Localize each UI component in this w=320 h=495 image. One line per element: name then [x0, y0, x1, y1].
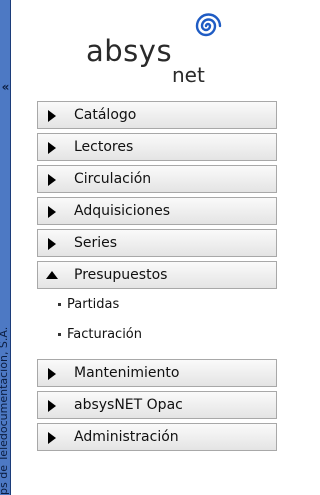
triangle-right-icon — [48, 432, 56, 444]
side-strip: « ps de Teledocumentación, S.A. — [0, 0, 11, 495]
submenu-item-label: Partidas — [67, 297, 120, 312]
triangle-right-icon — [48, 206, 56, 218]
bullet-icon — [58, 303, 61, 306]
collapse-sidebar-icon[interactable]: « — [1, 80, 10, 94]
menu-item-series[interactable]: Series — [37, 229, 277, 257]
menu-item-label: Adquisiciones — [74, 203, 170, 219]
logo-sub-text: net — [172, 63, 205, 87]
menu-item-mantenimiento[interactable]: Mantenimiento — [37, 359, 277, 387]
menu-item-circulacion[interactable]: Circulación — [37, 165, 277, 193]
menu-item-label: Administración — [74, 429, 179, 445]
logo-main-text: absys — [86, 34, 173, 68]
menu-item-lectores[interactable]: Lectores — [37, 133, 277, 161]
main-menu: Catálogo Lectores Circulación Adquisicio… — [37, 101, 277, 455]
triangle-right-icon — [48, 238, 56, 250]
menu-item-label: Catálogo — [74, 107, 137, 123]
menu-item-label: Circulación — [74, 171, 152, 187]
menu-item-administracion[interactable]: Administración — [37, 423, 277, 451]
menu-item-adquisiciones[interactable]: Adquisiciones — [37, 197, 277, 225]
menu-item-label: Lectores — [74, 139, 134, 155]
submenu-item-facturacion[interactable]: Facturación — [37, 325, 277, 355]
menu-item-absysnet-opac[interactable]: absysNET Opac — [37, 391, 277, 419]
triangle-right-icon — [48, 110, 56, 122]
menu-item-catalogo[interactable]: Catálogo — [37, 101, 277, 129]
absysnet-logo: absys net — [86, 10, 236, 90]
submenu-item-label: Facturación — [67, 327, 142, 342]
triangle-up-icon — [46, 271, 58, 279]
menu-item-label: Presupuestos — [74, 267, 168, 283]
menu-item-label: Mantenimiento — [74, 365, 180, 381]
bullet-icon — [58, 333, 61, 336]
menu-item-label: Series — [74, 235, 118, 251]
triangle-right-icon — [48, 142, 56, 154]
swirl-icon — [195, 13, 222, 37]
submenu-presupuestos: Partidas Facturación — [37, 293, 277, 355]
submenu-item-partidas[interactable]: Partidas — [37, 295, 277, 325]
triangle-right-icon — [48, 368, 56, 380]
menu-item-label: absysNET Opac — [74, 397, 183, 413]
triangle-right-icon — [48, 400, 56, 412]
triangle-right-icon — [48, 174, 56, 186]
menu-item-presupuestos[interactable]: Presupuestos — [37, 261, 277, 289]
company-vertical-text: ps de Teledocumentación, S.A. — [0, 326, 10, 495]
